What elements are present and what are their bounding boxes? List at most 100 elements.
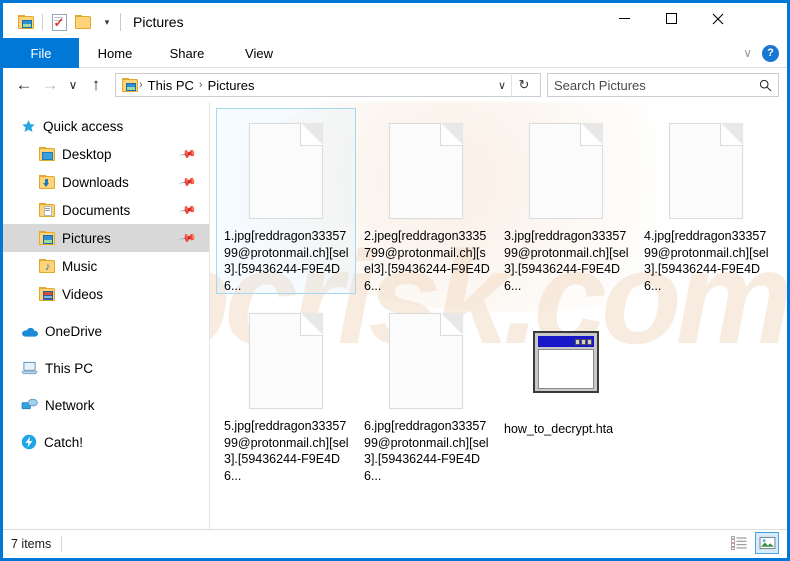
encrypted-document-icon (217, 299, 355, 418)
desktop-folder-icon (39, 147, 55, 161)
tab-view-label: View (245, 46, 273, 61)
title-bar: ✓ ▾ Pictures (3, 0, 787, 38)
toolbar-separator (42, 14, 43, 30)
sidebar-item-downloads[interactable]: Downloads 📌 (3, 168, 209, 196)
file-name-label: 6.jpg[reddragon3335799@protonmail.ch][se… (360, 418, 492, 483)
address-toolbar: ← → ∨ ↑ › This PC › Pictures ∨ ↻ (3, 68, 787, 102)
close-button[interactable] (695, 3, 741, 34)
breadcrumb: › This PC › Pictures (120, 78, 493, 93)
tab-home[interactable]: Home (79, 38, 151, 68)
tab-view[interactable]: View (223, 38, 295, 68)
address-bar[interactable]: › This PC › Pictures ∨ ↻ (115, 73, 541, 97)
encrypted-document-icon (357, 299, 495, 418)
pictures-folder-icon (39, 231, 55, 245)
file-name-label: 3.jpg[reddragon3335799@protonmail.ch][se… (500, 228, 632, 293)
details-view-button[interactable] (727, 532, 751, 554)
downloads-folder-icon (39, 175, 55, 189)
pin-icon[interactable]: 📌 (179, 201, 198, 220)
large-icons-view-icon (759, 536, 776, 550)
videos-folder-icon (39, 287, 55, 301)
tab-home-label: Home (98, 46, 133, 61)
file-list-pane[interactable]: pcrisk.com 1.jpg[reddragon3335799@proton… (209, 102, 787, 529)
tab-file[interactable]: File (3, 38, 79, 68)
view-mode-buttons (727, 532, 779, 554)
pin-icon[interactable]: 📌 (179, 145, 198, 164)
file-item[interactable]: 1.jpg[reddragon3335799@protonmail.ch][se… (216, 108, 356, 294)
sidebar-label-network: Network (45, 398, 95, 413)
sidebar-label-this-pc: This PC (45, 361, 93, 376)
ribbon-tab-bar: File Home Share View ∨ ? (3, 38, 787, 68)
file-item[interactable]: 6.jpg[reddragon3335799@protonmail.ch][se… (356, 298, 496, 484)
network-icon (21, 398, 38, 412)
recent-locations-button[interactable]: ∨ (63, 72, 83, 98)
sidebar-label-pictures: Pictures (62, 231, 111, 246)
customize-chevron-icon[interactable]: ▾ (95, 10, 119, 34)
file-item[interactable]: how_to_decrypt.hta (496, 298, 636, 484)
encrypted-document-icon (497, 109, 635, 228)
file-item[interactable]: 5.jpg[reddragon3335799@protonmail.ch][se… (216, 298, 356, 484)
encrypted-document-icon (637, 109, 775, 228)
sidebar-item-catch[interactable]: Catch! (3, 428, 209, 456)
pictures-folder-icon[interactable] (14, 10, 38, 34)
pin-icon[interactable]: 📌 (179, 173, 198, 192)
back-button[interactable]: ← (11, 72, 37, 98)
music-folder-icon: ♪ (39, 259, 55, 273)
sidebar-item-quick-access[interactable]: Quick access (3, 112, 209, 140)
computer-icon (21, 361, 38, 375)
address-dropdown-icon[interactable]: ∨ (493, 79, 511, 92)
tab-file-label: File (31, 46, 52, 61)
sidebar-label-quick-access: Quick access (43, 119, 123, 134)
file-item[interactable]: 4.jpg[reddragon3335799@protonmail.ch][se… (636, 108, 776, 294)
sidebar-label-catch: Catch! (44, 435, 83, 450)
explorer-body: Quick access Desktop 📌 Downloads 📌 (3, 102, 787, 529)
navigation-pane: Quick access Desktop 📌 Downloads 📌 (3, 102, 209, 529)
new-folder-icon[interactable] (71, 10, 95, 34)
file-name-label: 4.jpg[reddragon3335799@protonmail.ch][se… (640, 228, 772, 293)
file-name-label: how_to_decrypt.hta (500, 421, 632, 438)
item-count-label: 7 items (11, 537, 61, 551)
sidebar-label-videos: Videos (62, 287, 103, 302)
file-item[interactable]: 3.jpg[reddragon3335799@protonmail.ch][se… (496, 108, 636, 294)
sidebar-item-videos[interactable]: Videos (3, 280, 209, 308)
sidebar-spacer (3, 419, 209, 428)
chevron-down-icon[interactable]: ∨ (743, 46, 752, 60)
file-name-label: 5.jpg[reddragon3335799@protonmail.ch][se… (220, 418, 352, 483)
properties-icon[interactable]: ✓ (47, 10, 71, 34)
status-bar: 7 items (3, 529, 787, 557)
quick-access-toolbar: ✓ ▾ (14, 8, 119, 36)
sidebar-item-documents[interactable]: Documents 📌 (3, 196, 209, 224)
maximize-button[interactable] (648, 3, 694, 34)
sidebar-label-documents: Documents (62, 203, 130, 218)
search-icon[interactable] (759, 79, 772, 92)
file-name-label: 1.jpg[reddragon3335799@protonmail.ch][se… (220, 228, 352, 293)
sidebar-item-pictures[interactable]: Pictures 📌 (3, 224, 209, 252)
refresh-icon[interactable]: ↻ (511, 73, 536, 97)
documents-folder-icon (39, 203, 55, 217)
status-separator (61, 536, 62, 552)
sidebar-spacer (3, 382, 209, 391)
forward-button[interactable]: → (37, 72, 63, 98)
tab-share[interactable]: Share (151, 38, 223, 68)
large-icons-view-button[interactable] (755, 532, 779, 554)
sidebar-item-network[interactable]: Network (3, 391, 209, 419)
up-button[interactable]: ↑ (83, 72, 109, 98)
search-box[interactable] (547, 73, 779, 97)
sidebar-spacer (3, 308, 209, 317)
search-input[interactable] (554, 78, 759, 93)
sidebar-item-this-pc[interactable]: This PC (3, 354, 209, 382)
sidebar-spacer (3, 345, 209, 354)
window-title: Pictures (133, 12, 184, 32)
sidebar-item-desktop[interactable]: Desktop 📌 (3, 140, 209, 168)
tab-share-label: Share (170, 46, 205, 61)
breadcrumb-item-this-pc[interactable]: This PC (144, 78, 198, 93)
sidebar-item-music[interactable]: ♪ Music (3, 252, 209, 280)
sidebar-item-onedrive[interactable]: OneDrive (3, 317, 209, 345)
breadcrumb-item-pictures[interactable]: Pictures (204, 78, 259, 93)
pin-icon[interactable]: 📌 (179, 229, 198, 248)
help-icon[interactable]: ? (762, 45, 779, 62)
cloud-icon (21, 325, 38, 338)
file-item[interactable]: 2.jpeg[reddragon3335799@protonmail.ch][s… (356, 108, 496, 294)
minimize-button[interactable] (601, 3, 647, 34)
catch-lightning-icon (21, 434, 37, 450)
file-grid: 1.jpg[reddragon3335799@protonmail.ch][se… (210, 102, 787, 488)
